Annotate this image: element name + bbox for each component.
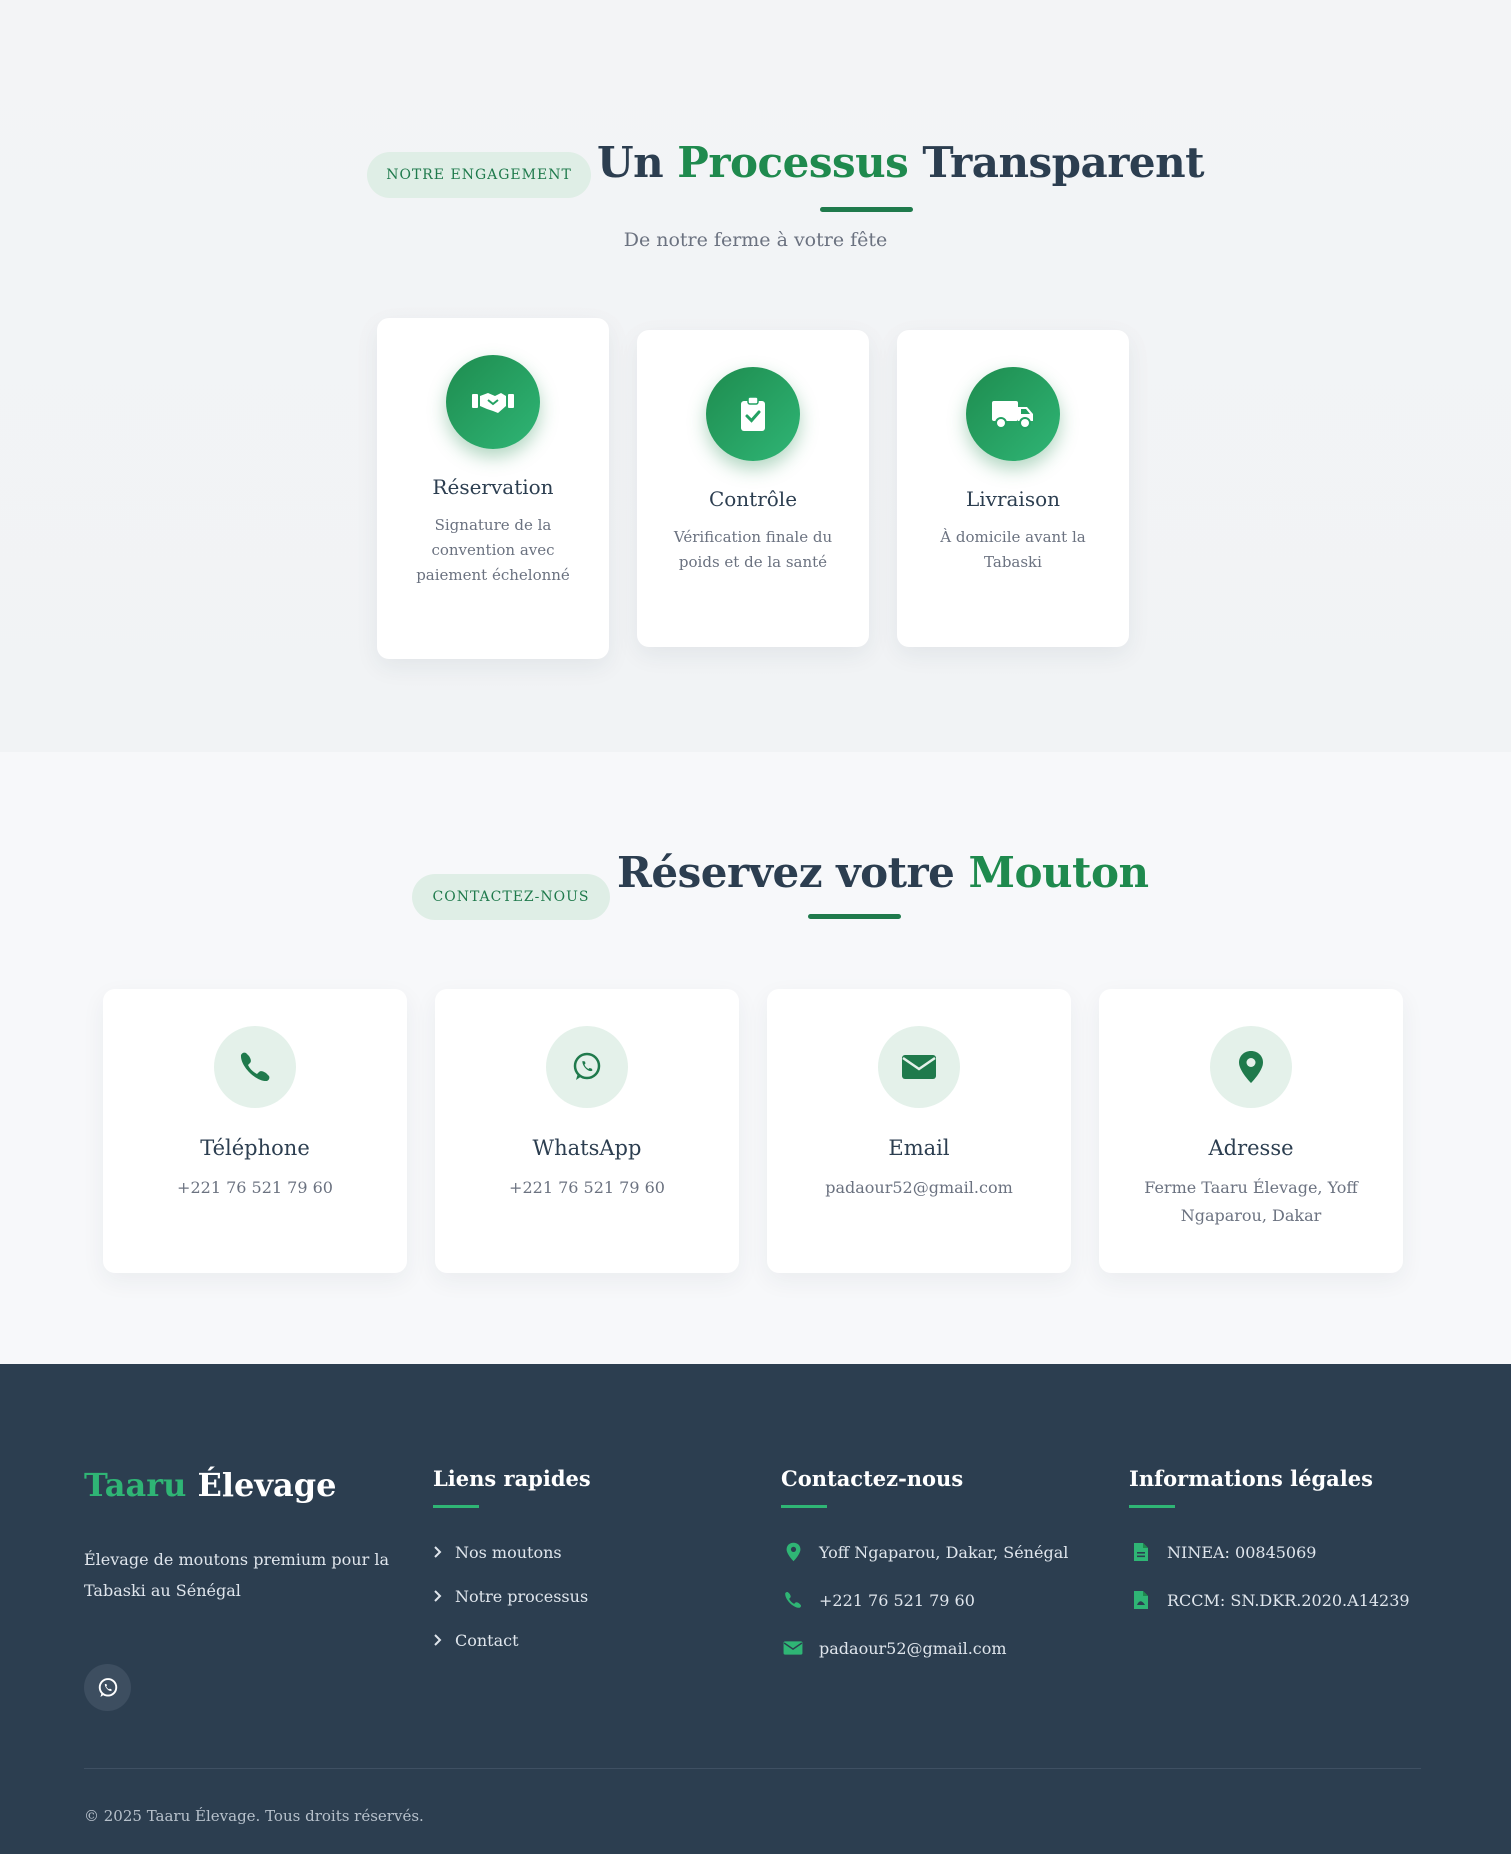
footer-legal-text: RCCM: SN.DKR.2020.A14239: [1167, 1590, 1410, 1610]
map-pin-icon: [1210, 1026, 1292, 1108]
footer-contact-email[interactable]: padaour52@gmail.com: [781, 1624, 1068, 1672]
contact-header: CONTACTEZ-NOUS Réservez votre Mouton: [0, 848, 1511, 920]
title-underline: [781, 1505, 827, 1508]
copyright: © 2025 Taaru Élevage. Tous droits réserv…: [84, 1807, 424, 1825]
contact-card-value: padaour52@gmail.com: [825, 1178, 1013, 1197]
quick-links-list: Nos moutons Notre processus Contact: [433, 1530, 591, 1662]
clipboard-check-icon: [706, 367, 800, 461]
contact-card-title: Email: [888, 1136, 950, 1160]
footer-legal-ninea: NINEA: 00845069: [1129, 1528, 1410, 1576]
footer-link-processus[interactable]: Notre processus: [433, 1574, 591, 1618]
step-title: Contrôle: [708, 487, 798, 511]
section-badge: NOTRE ENGAGEMENT: [367, 152, 591, 198]
process-section: NOTRE ENGAGEMENT Un Processus Transparen…: [0, 0, 1511, 752]
contact-card-title: Téléphone: [200, 1136, 310, 1160]
file-pdf-icon: [1129, 1590, 1153, 1610]
footer-legal-list: NINEA: 00845069 RCCM: SN.DKR.2020.A14239: [1129, 1528, 1410, 1624]
title-highlight: Processus: [677, 138, 909, 187]
contact-card-title: WhatsApp: [532, 1136, 642, 1160]
whatsapp-icon: [98, 1677, 117, 1697]
step-title: Réservation: [432, 475, 554, 499]
section-title: Réservez votre Mouton: [617, 848, 1149, 897]
process-step-card: Contrôle Vérification finale du poids et…: [637, 330, 869, 647]
whatsapp-social-button[interactable]: [84, 1664, 131, 1711]
footer-contact-list: Yoff Ngaparou, Dakar, Sénégal +221 76 52…: [781, 1528, 1068, 1672]
brand-highlight: Taaru: [84, 1466, 187, 1504]
contact-card-value: +221 76 521 79 60: [509, 1178, 665, 1197]
chevron-right-icon: [433, 1633, 449, 1647]
footer-link-contact[interactable]: Contact: [433, 1618, 591, 1662]
process-step-card: Réservation Signature de la convention a…: [377, 318, 609, 659]
section-subtitle: De notre ferme à votre fête: [623, 229, 888, 251]
footer-link-label: Nos moutons: [455, 1542, 562, 1562]
chevron-right-icon: [433, 1545, 449, 1559]
step-title: Livraison: [965, 487, 1061, 511]
footer-brand: Taaru Élevage: [84, 1466, 336, 1504]
contact-card-email[interactable]: Email padaour52@gmail.com: [767, 989, 1071, 1273]
footer-contact-text: Yoff Ngaparou, Dakar, Sénégal: [819, 1542, 1069, 1562]
section-title: Un Processus Transparent: [597, 138, 1205, 187]
footer-column-title: Informations légales: [1129, 1466, 1373, 1491]
chevron-right-icon: [433, 1589, 449, 1603]
title-part: Transparent: [908, 138, 1205, 187]
footer-contact-text: padaour52@gmail.com: [819, 1638, 1007, 1658]
contact-card-whatsapp[interactable]: WhatsApp +221 76 521 79 60: [435, 989, 739, 1273]
file-icon: [1129, 1542, 1153, 1562]
title-underline: [808, 914, 901, 919]
contact-card-value: +221 76 521 79 60: [177, 1178, 333, 1197]
footer-contact-text: +221 76 521 79 60: [819, 1590, 975, 1610]
step-description: Signature de la convention avec paiement…: [416, 516, 570, 584]
handshake-icon: [446, 355, 540, 449]
contact-card-phone[interactable]: Téléphone +221 76 521 79 60: [103, 989, 407, 1273]
title-part: Un: [597, 138, 678, 187]
title-underline: [433, 1505, 479, 1508]
contact-card-title: Adresse: [1208, 1136, 1294, 1160]
contact-card-value: Ferme Taaru Élevage, Yoff Ngaparou, Daka…: [1144, 1178, 1358, 1225]
footer-column-title: Contactez-nous: [781, 1466, 964, 1491]
process-header: NOTRE ENGAGEMENT Un Processus Transparen…: [0, 138, 1511, 198]
footer: Taaru Élevage Élevage de moutons premium…: [0, 1364, 1511, 1854]
title-highlight: Mouton: [968, 848, 1150, 897]
title-part: Réservez votre: [617, 848, 969, 897]
envelope-icon: [878, 1026, 960, 1108]
whatsapp-icon: [546, 1026, 628, 1108]
footer-legal: Informations légales NINEA: 00845069 RCC…: [1129, 1466, 1410, 1624]
footer-quick-links: Liens rapides Nos moutons Notre processu…: [433, 1466, 591, 1662]
truck-icon: [966, 367, 1060, 461]
footer-link-moutons[interactable]: Nos moutons: [433, 1530, 591, 1574]
step-description: À domicile avant la Tabaski: [940, 528, 1086, 571]
brand-rest: Élevage: [186, 1466, 337, 1504]
footer-column-title: Liens rapides: [433, 1466, 591, 1491]
section-badge: CONTACTEZ-NOUS: [412, 874, 610, 920]
title-underline: [820, 207, 913, 212]
map-pin-icon: [781, 1542, 805, 1562]
process-step-card: Livraison À domicile avant la Tabaski: [897, 330, 1129, 647]
footer-link-label: Notre processus: [455, 1586, 589, 1606]
footer-contact: Contactez-nous Yoff Ngaparou, Dakar, Sén…: [781, 1466, 1068, 1672]
envelope-icon: [781, 1640, 805, 1656]
footer-link-label: Contact: [455, 1630, 519, 1650]
footer-contact-phone[interactable]: +221 76 521 79 60: [781, 1576, 1068, 1624]
footer-legal-rccm: RCCM: SN.DKR.2020.A14239: [1129, 1576, 1410, 1624]
footer-divider: [84, 1768, 1421, 1769]
footer-description: Élevage de moutons premium pour la Tabas…: [84, 1550, 389, 1600]
footer-legal-text: NINEA: 00845069: [1167, 1542, 1317, 1562]
step-description: Vérification finale du poids et de la sa…: [673, 528, 833, 571]
contact-section: CONTACTEZ-NOUS Réservez votre Mouton Tél…: [0, 752, 1511, 1364]
title-underline: [1129, 1505, 1175, 1508]
phone-icon: [781, 1590, 805, 1610]
contact-card-address[interactable]: Adresse Ferme Taaru Élevage, Yoff Ngapar…: [1099, 989, 1403, 1273]
phone-icon: [214, 1026, 296, 1108]
footer-contact-address: Yoff Ngaparou, Dakar, Sénégal: [781, 1528, 1068, 1576]
